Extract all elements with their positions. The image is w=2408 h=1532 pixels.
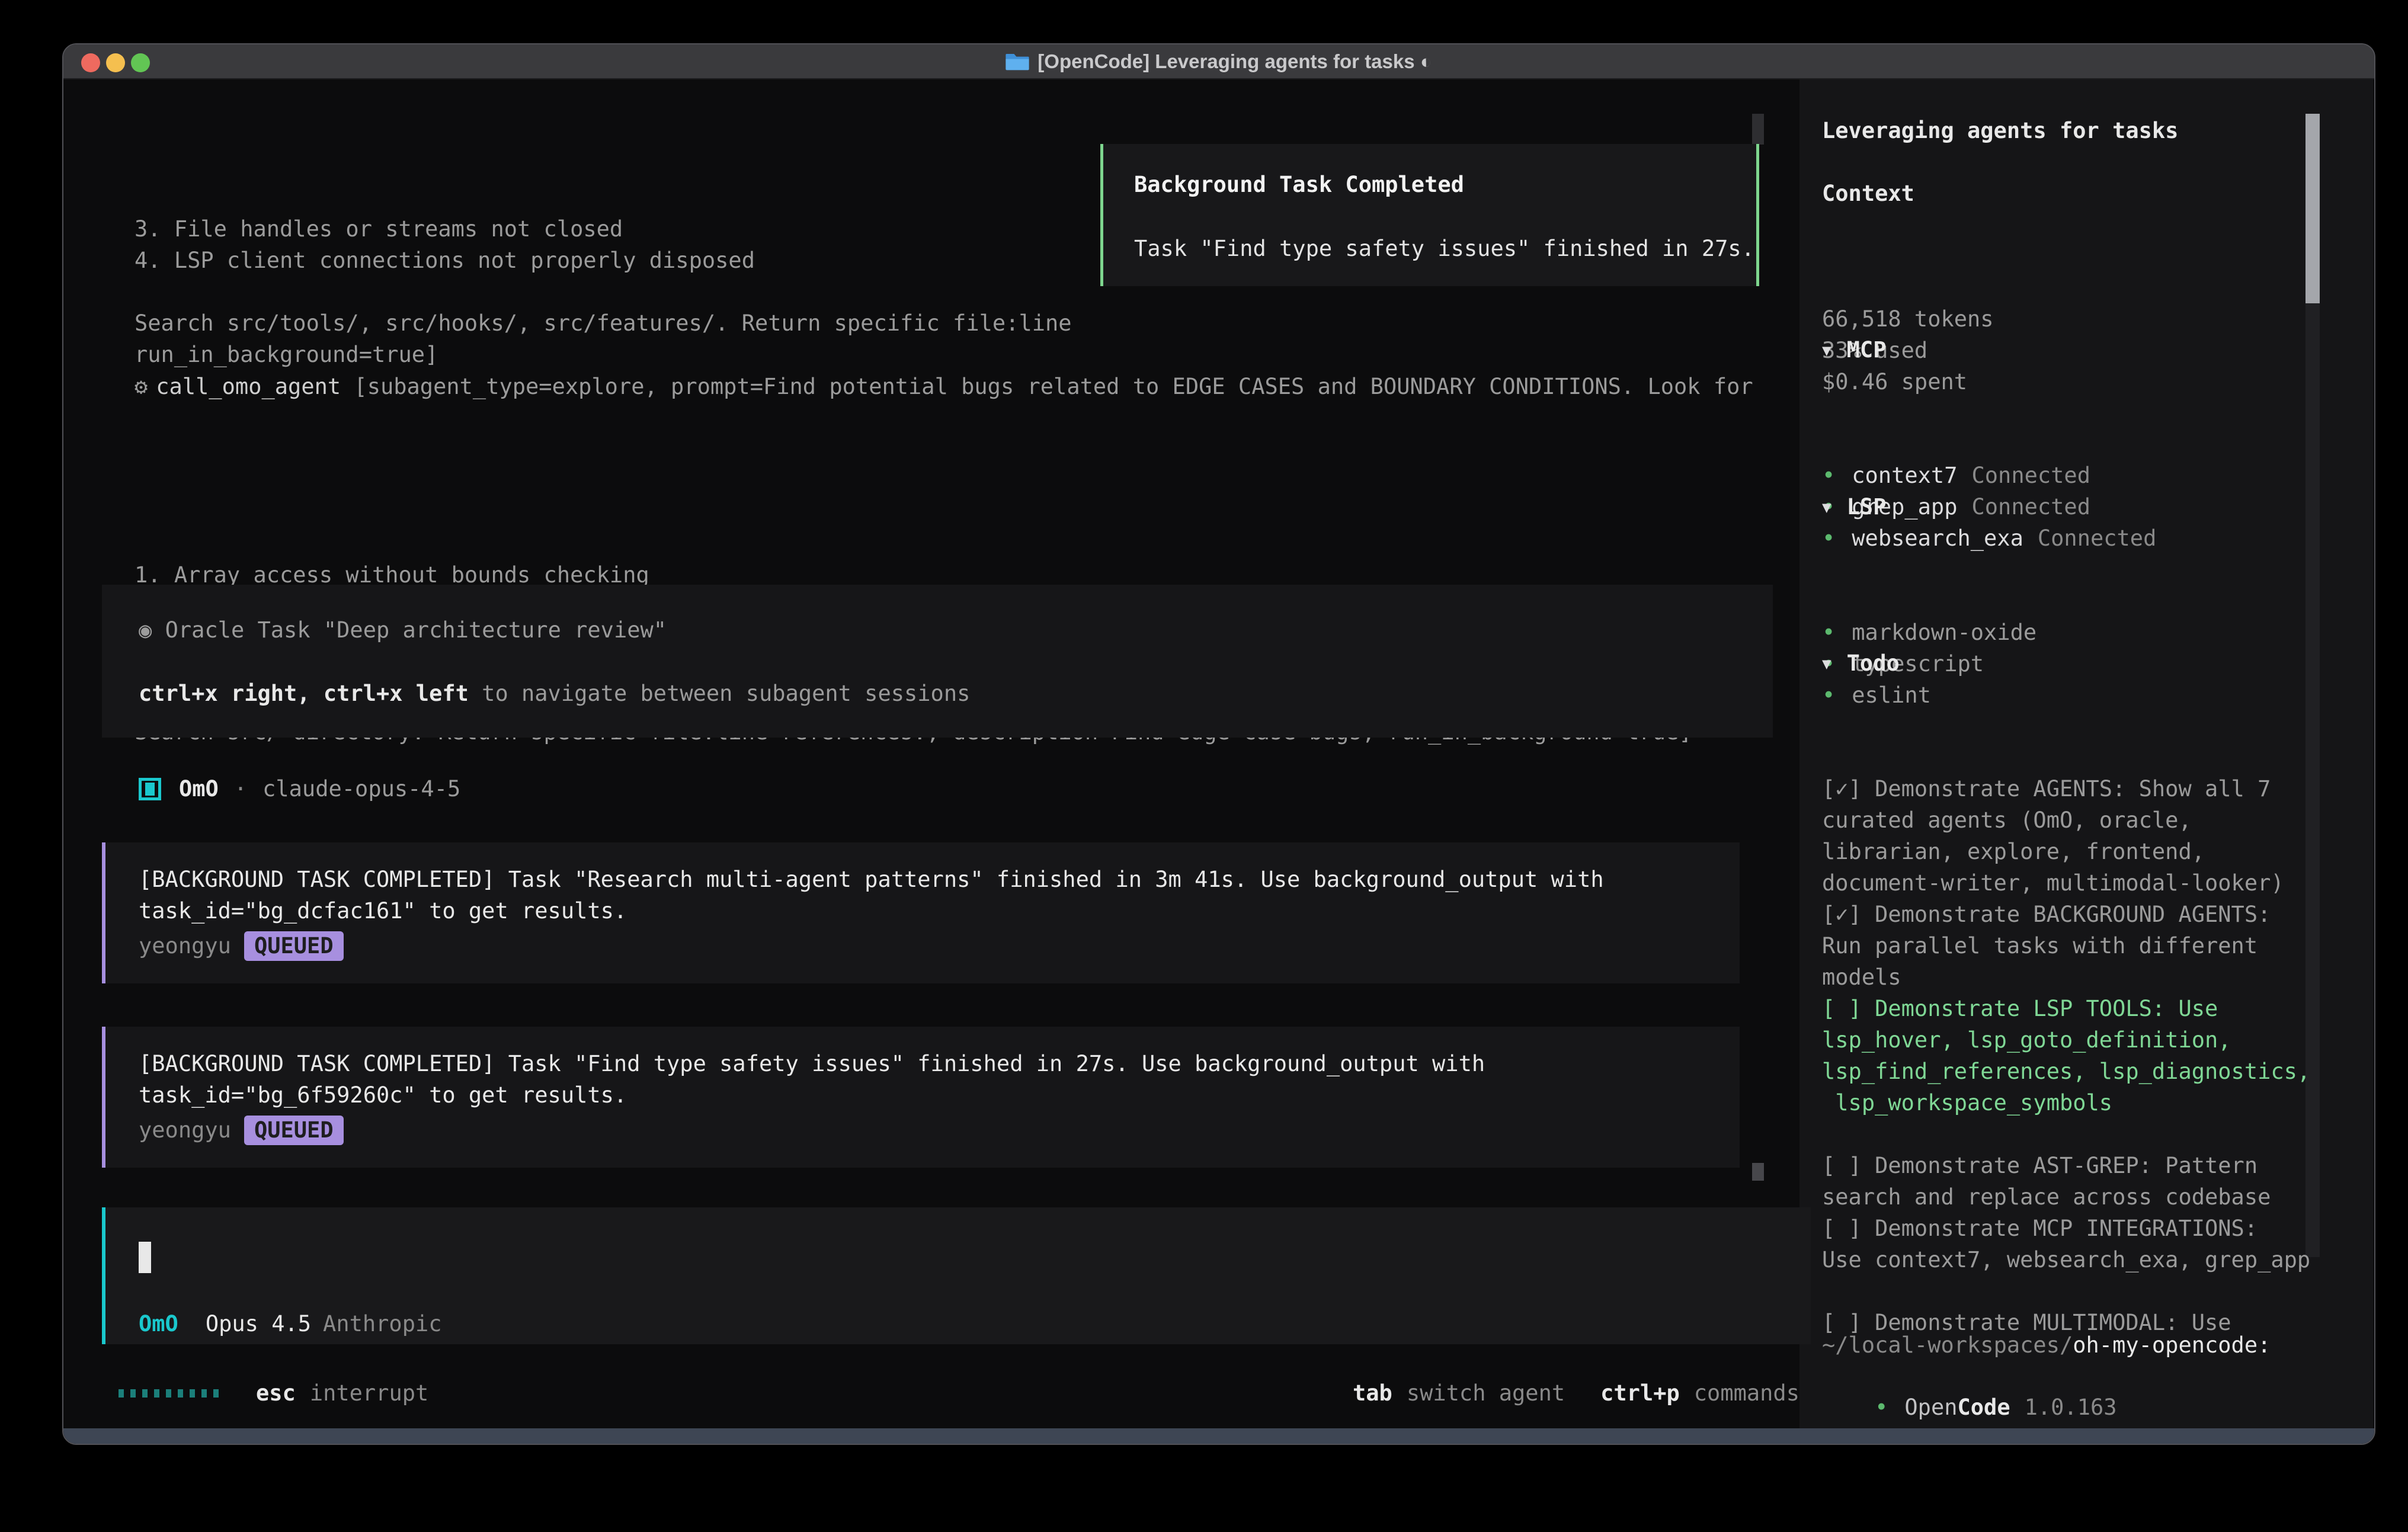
bullet-icon: • [1822, 463, 1835, 488]
main-scrollbar-thumb-top[interactable] [1752, 114, 1764, 145]
separator-dot: · [234, 773, 247, 805]
lsp-section-header[interactable]: ▼LSP [1822, 491, 2332, 524]
window-bottom-bar [63, 1428, 2374, 1444]
background-task-notification: Background Task Completed Task "Find typ… [1100, 144, 1759, 286]
input-agent-label: OmO [139, 1308, 178, 1339]
message-line2: task_id="bg_dcfac161" to get results. [139, 895, 1740, 927]
background-task-message: [BACKGROUND TASK COMPLETED] Task "Find t… [102, 1027, 1740, 1168]
todo-line: curated agents (OmO, oracle, [1822, 805, 2332, 836]
todo-line: lsp_workspace_symbols [1822, 1087, 2332, 1118]
todo-line: [ ] Demonstrate AST-GREP: Pattern [1822, 1150, 2332, 1181]
oracle-task-title: ◉ Oracle Task "Deep architecture review" [139, 614, 667, 646]
tool-name: call_omo_agent [156, 374, 341, 399]
tab-key-hint: tab [1353, 1377, 1392, 1409]
message-list: [BACKGROUND TASK COMPLETED] Task "Resear… [102, 842, 1740, 1211]
titlebar: [OpenCode] Leveraging agents for tasks ◐ [63, 44, 2374, 79]
message-author: yeongyu [139, 930, 231, 961]
message-author: yeongyu [139, 1114, 231, 1146]
tool-call-header: ⚙ call_omo_agent [subagent_type=explore, … [135, 371, 1753, 402]
mcp-section-header[interactable]: ▼MCP [1822, 334, 2332, 367]
todo-list: [✓] Demonstrate AGENTS: Show all 7curate… [1822, 679, 2332, 1338]
todo-section-header[interactable]: ▼Todo [1822, 648, 2332, 680]
todo-line: Run parallel tasks with different [1822, 930, 2332, 961]
chevron-down-icon: ▼ [1822, 342, 1831, 360]
notification-title: Background Task Completed [1134, 169, 1464, 200]
message-line2: task_id="bg_6f59260c" to get results. [139, 1079, 1740, 1111]
message-line1: [BACKGROUND TASK COMPLETED] Task "Resear… [139, 864, 1740, 895]
esc-action-label: interrupt [310, 1377, 428, 1409]
status-badge: QUEUED [244, 1116, 344, 1145]
oracle-task-box: ◉ Oracle Task "Deep architecture review"… [102, 585, 1773, 738]
message-meta: yeongyu QUEUED [139, 930, 1740, 961]
todo-line: librarian, explore, frontend, [1822, 836, 2332, 867]
mcp-item: •context7Connected [1822, 460, 2332, 491]
window-title-text: [OpenCode] Leveraging agents for tasks ◐ [1038, 50, 1432, 72]
terminal-line [135, 276, 1072, 307]
agent-model: claude-opus-4-5 [262, 773, 460, 805]
todo-line: search and replace across codebase [1822, 1181, 2332, 1213]
shortcut-keys: ctrl+x right, ctrl+x left [139, 681, 469, 706]
todo-line: lsp_hover, lsp_goto_definition, [1822, 1024, 2332, 1056]
statusbar-right: tab switch agent ctrl+p commands [1353, 1377, 1799, 1409]
spinner-icon [119, 1389, 225, 1398]
terminal-line: 4. LSP client connections not properly d… [135, 245, 1072, 276]
message-meta: yeongyu QUEUED [139, 1114, 1740, 1146]
notification-body: Task "Find type safety issues" finished … [1134, 233, 1754, 264]
main-scrollbar-thumb-bottom[interactable] [1752, 1163, 1764, 1181]
window-title: [OpenCode] Leveraging agents for tasks ◐ [63, 44, 2374, 78]
status-badge: QUEUED [244, 931, 344, 961]
todo-line: models [1822, 961, 2332, 993]
status-dot-icon: • [1875, 1395, 1888, 1420]
input-meta-row: OmO Opus 4.5 Anthropic [139, 1308, 442, 1339]
ctrlp-key-hint: ctrl+p [1600, 1377, 1680, 1409]
tool-args: [subagent_type=explore, prompt=Find pote… [341, 374, 1753, 399]
bullet-icon: • [1822, 620, 1835, 645]
folder-icon [1006, 51, 1029, 71]
lsp-item: •markdown-oxide [1822, 617, 2332, 648]
input-provider-label: Anthropic [323, 1308, 441, 1339]
esc-key-hint: esc [256, 1377, 296, 1409]
app-window: [OpenCode] Leveraging agents for tasks ◐… [62, 43, 2375, 1445]
session-title: Leveraging agents for tasks [1822, 115, 2332, 146]
record-icon: ◉ [139, 617, 165, 643]
ctrlp-action-label: commands [1694, 1377, 1799, 1409]
todo-line [1822, 1118, 2332, 1150]
context-heading: Context [1822, 178, 2332, 209]
workspace-line1: ~/local-workspaces/oh-my-opencode: [1822, 1329, 2332, 1361]
todo-line: [✓] Demonstrate BACKGROUND AGENTS: [1822, 899, 2332, 930]
todo-line: [ ] Demonstrate MCP INTEGRATIONS: [1822, 1213, 2332, 1244]
chevron-down-icon: ▼ [1822, 499, 1831, 517]
agent-header: OmO · claude-opus-4-5 [139, 773, 460, 805]
gear-icon: ⚙ [135, 374, 148, 399]
chevron-down-icon: ▼ [1822, 655, 1831, 673]
todo-line: lsp_find_references, lsp_diagnostics, [1822, 1056, 2332, 1087]
statusbar-left: esc interrupt [119, 1377, 428, 1409]
agent-name: OmO [179, 773, 219, 805]
todo-line: document-writer, multimodal-looker) [1822, 867, 2332, 899]
text-cursor [139, 1242, 151, 1273]
background-task-message: [BACKGROUND TASK COMPLETED] Task "Resear… [102, 842, 1740, 983]
todo-line: [ ] Demonstrate LSP TOOLS: Use [1822, 993, 2332, 1024]
todo-line: [✓] Demonstrate AGENTS: Show all 7 [1822, 773, 2332, 805]
input-model-label: Opus 4.5 [206, 1308, 311, 1339]
agent-icon [139, 778, 161, 800]
tab-action-label: switch agent [1407, 1377, 1565, 1409]
prompt-input[interactable]: OmO Opus 4.5 Anthropic [102, 1207, 1811, 1344]
message-line1: [BACKGROUND TASK COMPLETED] Task "Find t… [139, 1048, 1740, 1079]
oracle-task-hint: ctrl+x right, ctrl+x left to navigate be… [139, 678, 970, 709]
terminal-line: 3. File handles or streams not closed [135, 213, 1072, 245]
context-stat-line: 66,518 tokens [1822, 303, 2332, 335]
